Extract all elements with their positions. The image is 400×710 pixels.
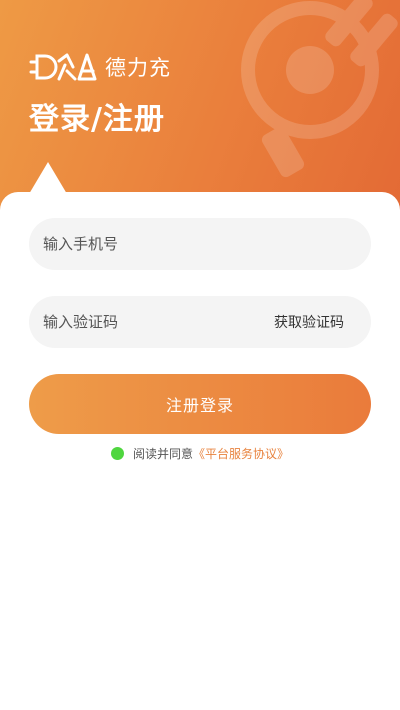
code-input[interactable]	[41, 312, 274, 332]
agreement-checkbox[interactable]	[110, 446, 124, 460]
phone-input[interactable]	[41, 234, 359, 254]
agreement-text: 阅读并同意	[132, 446, 193, 461]
brand-name: 德力充	[105, 56, 171, 80]
agreement-row: 阅读并同意 《平台服务协议》	[0, 444, 400, 462]
register-login-button[interactable]: 注册登录	[29, 374, 371, 434]
login-page: 德力充 登录/注册 获取验证码 注册登录 阅读并同意 《平台服务协议》	[0, 0, 400, 710]
get-code-button[interactable]: 获取验证码	[274, 312, 344, 332]
code-field[interactable]: 获取验证码	[29, 296, 371, 348]
plug-decoration-icon	[241, 0, 398, 178]
brand: 德力充	[29, 50, 171, 84]
brand-logo-icon	[29, 53, 97, 81]
card-pointer	[29, 162, 67, 194]
agreement-link[interactable]: 《平台服务协议》	[193, 445, 289, 462]
phone-field[interactable]	[29, 218, 371, 270]
page-title: 登录/注册	[29, 102, 165, 137]
